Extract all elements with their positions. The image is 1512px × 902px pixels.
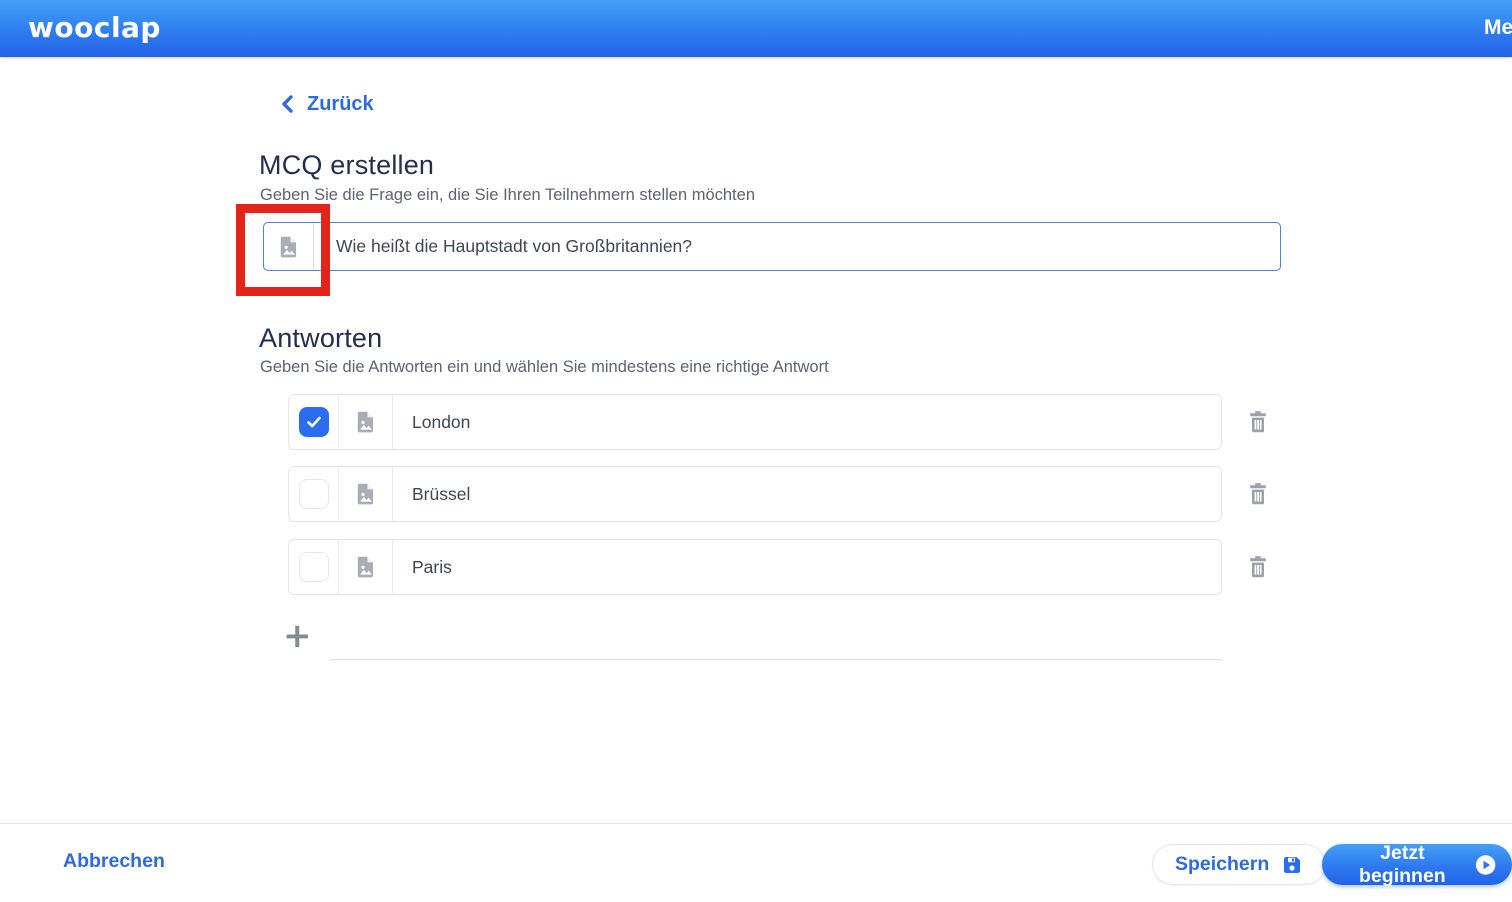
answers-title: Antworten xyxy=(259,323,383,353)
start-now-button-label: Jetzt beginnen xyxy=(1359,841,1446,887)
save-floppy-icon xyxy=(1284,856,1301,873)
image-file-icon xyxy=(357,411,373,433)
chevron-left-icon xyxy=(282,95,293,113)
trash-icon xyxy=(1250,556,1266,578)
question-text-value[interactable]: Wie heißt die Hauptstadt von Großbritann… xyxy=(314,223,1280,270)
delete-answer-button[interactable] xyxy=(1245,408,1271,436)
app-header: wooclap Me xyxy=(0,0,1512,57)
question-subtitle: Geben Sie die Frage ein, die Sie Ihren T… xyxy=(260,186,755,204)
answers-subtitle: Geben Sie die Antworten ein und wählen S… xyxy=(260,358,829,376)
correct-answer-checkbox-checked[interactable] xyxy=(298,407,329,437)
checkbox-cell xyxy=(289,467,339,521)
cancel-button[interactable]: Abbrechen xyxy=(63,850,165,873)
image-file-icon xyxy=(357,556,373,578)
checkbox-cell xyxy=(289,540,339,594)
add-answer-image-button[interactable] xyxy=(339,395,393,449)
add-answer-image-button[interactable] xyxy=(339,467,393,521)
add-answer-button[interactable]: + xyxy=(283,619,312,653)
correct-answer-checkbox-unchecked[interactable] xyxy=(298,479,329,509)
save-button[interactable]: Speichern xyxy=(1152,844,1327,885)
checkbox-cell xyxy=(289,395,339,449)
delete-answer-button[interactable] xyxy=(1245,553,1271,581)
wooclap-logo[interactable]: wooclap xyxy=(28,11,161,44)
back-button[interactable]: Zurück xyxy=(281,90,374,118)
answer-text-input[interactable]: Brüssel xyxy=(393,467,1221,521)
header-menu-label-cropped[interactable]: Me xyxy=(1484,16,1512,40)
empty-answer-input-underline[interactable] xyxy=(330,659,1222,660)
image-file-icon xyxy=(357,483,373,505)
page-title: MCQ erstellen xyxy=(259,150,435,180)
add-answer-image-button[interactable] xyxy=(339,540,393,594)
image-file-icon xyxy=(280,236,296,257)
trash-icon xyxy=(1250,411,1266,433)
play-icon xyxy=(1475,854,1496,875)
answer-row: London xyxy=(288,394,1222,450)
start-now-button[interactable]: Jetzt beginnen xyxy=(1322,841,1512,887)
trash-icon xyxy=(1250,483,1266,505)
correct-answer-checkbox-unchecked[interactable] xyxy=(298,552,329,582)
question-input[interactable]: Wie heißt die Hauptstadt von Großbritann… xyxy=(263,222,1281,271)
add-question-image-button[interactable] xyxy=(264,223,314,270)
answer-row: Brüssel xyxy=(288,466,1222,522)
delete-answer-button[interactable] xyxy=(1245,480,1271,508)
answer-text-input[interactable]: London xyxy=(393,395,1221,449)
save-button-label: Speichern xyxy=(1175,853,1270,875)
back-label: Zurück xyxy=(307,92,374,115)
mcq-editor-page: wooclap Me Zurück MCQ erstellen Geben Si… xyxy=(0,0,1512,902)
answer-text-input[interactable]: Paris xyxy=(393,540,1221,594)
footer-divider xyxy=(0,823,1512,824)
answer-row: Paris xyxy=(288,539,1222,595)
checkmark-icon xyxy=(306,416,321,428)
